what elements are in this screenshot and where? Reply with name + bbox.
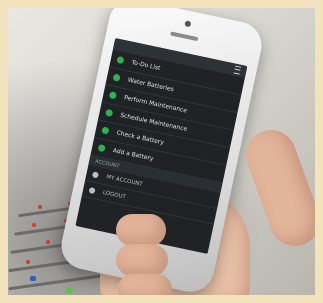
- wrench-icon: [108, 91, 118, 100]
- check-icon: [101, 126, 110, 135]
- menu-icon[interactable]: [233, 65, 242, 75]
- plus-icon: [97, 143, 106, 153]
- list-icon: [116, 55, 125, 65]
- photo-frame: To-Do List Water Batteries Perform Maint…: [8, 8, 315, 295]
- logout-icon: [88, 186, 96, 194]
- droplet-icon: [112, 73, 121, 82]
- earpiece: [170, 31, 199, 42]
- hand-finger: [116, 214, 166, 246]
- front-camera: [184, 20, 192, 28]
- hand-finger: [116, 244, 168, 276]
- calendar-icon: [104, 108, 114, 118]
- user-icon: [91, 170, 100, 178]
- hand-finger: [118, 274, 172, 295]
